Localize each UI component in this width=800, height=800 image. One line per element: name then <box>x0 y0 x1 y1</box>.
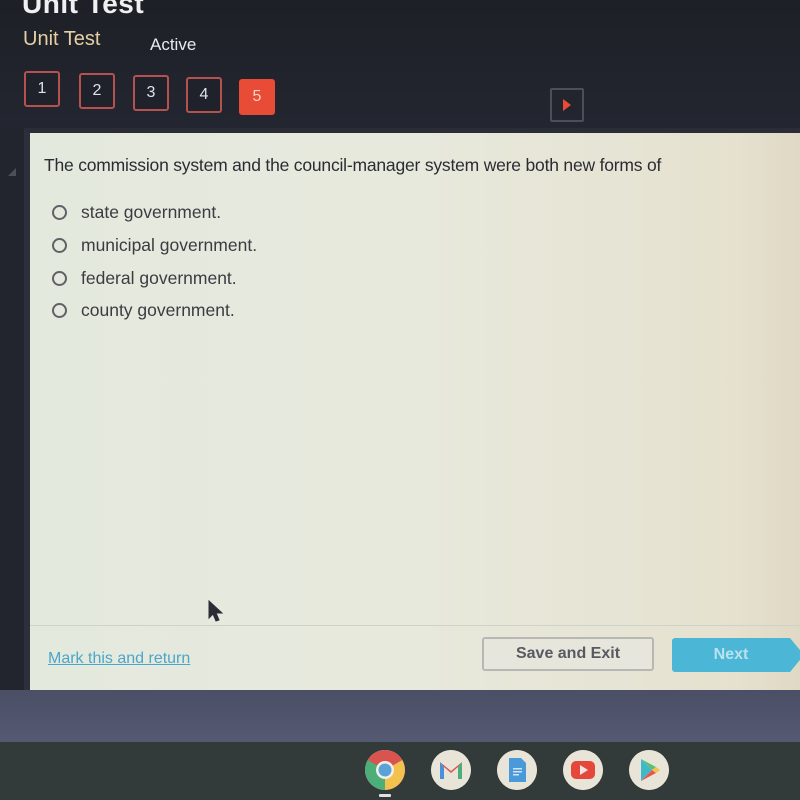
radio-button[interactable] <box>52 270 67 286</box>
answer-option[interactable]: county government. <box>52 296 235 324</box>
save-and-exit-button[interactable]: Save and Exit <box>482 637 654 671</box>
question-nav-label: 4 <box>199 86 209 103</box>
radio-button[interactable] <box>52 302 67 318</box>
test-name: Unit Test <box>23 28 101 50</box>
question-nav-label: 3 <box>146 84 156 101</box>
question-nav-3[interactable]: 3 <box>133 75 169 111</box>
desktop-area <box>0 690 800 742</box>
question-text: The commission system and the council-ma… <box>44 155 662 175</box>
radio-button[interactable] <box>52 204 67 220</box>
question-nav-label: 5 <box>252 88 262 105</box>
youtube-icon[interactable] <box>563 750 603 790</box>
answer-option[interactable]: state government. <box>52 198 221 226</box>
corner-decoration <box>8 168 16 176</box>
answer-option[interactable]: municipal government. <box>52 231 257 259</box>
question-nav-2[interactable]: 2 <box>79 73 115 109</box>
next-question-button[interactable] <box>550 88 584 122</box>
header: Unit Test Unit Test Active 1 2 3 4 5 <box>0 0 800 128</box>
question-nav-label: 1 <box>37 80 47 97</box>
option-label: state government. <box>81 201 222 222</box>
question-nav-4[interactable]: 4 <box>186 77 222 113</box>
radio-button[interactable] <box>52 237 67 253</box>
option-label: county government. <box>81 299 235 320</box>
question-panel: The commission system and the council-ma… <box>24 128 800 690</box>
play-arrow-icon <box>563 99 571 111</box>
next-button[interactable]: Next <box>672 638 800 672</box>
play-store-icon[interactable] <box>629 750 669 790</box>
status-label: Active <box>150 35 197 54</box>
option-label: federal government. <box>81 267 237 288</box>
next-button-label: Next <box>713 646 749 663</box>
chrome-icon[interactable] <box>365 750 405 790</box>
footer-divider <box>30 625 800 626</box>
active-app-indicator <box>379 794 391 797</box>
mark-and-return-link[interactable]: Mark this and return <box>48 650 190 668</box>
docs-icon[interactable] <box>497 750 537 790</box>
question-nav-1[interactable]: 1 <box>24 71 60 107</box>
page-title: Unit Test <box>22 0 145 19</box>
question-nav-label: 2 <box>92 82 102 99</box>
answer-option[interactable]: federal government. <box>52 264 237 292</box>
gmail-icon[interactable] <box>431 750 471 790</box>
question-nav-5[interactable]: 5 <box>239 79 275 115</box>
option-label: municipal government. <box>81 234 258 255</box>
